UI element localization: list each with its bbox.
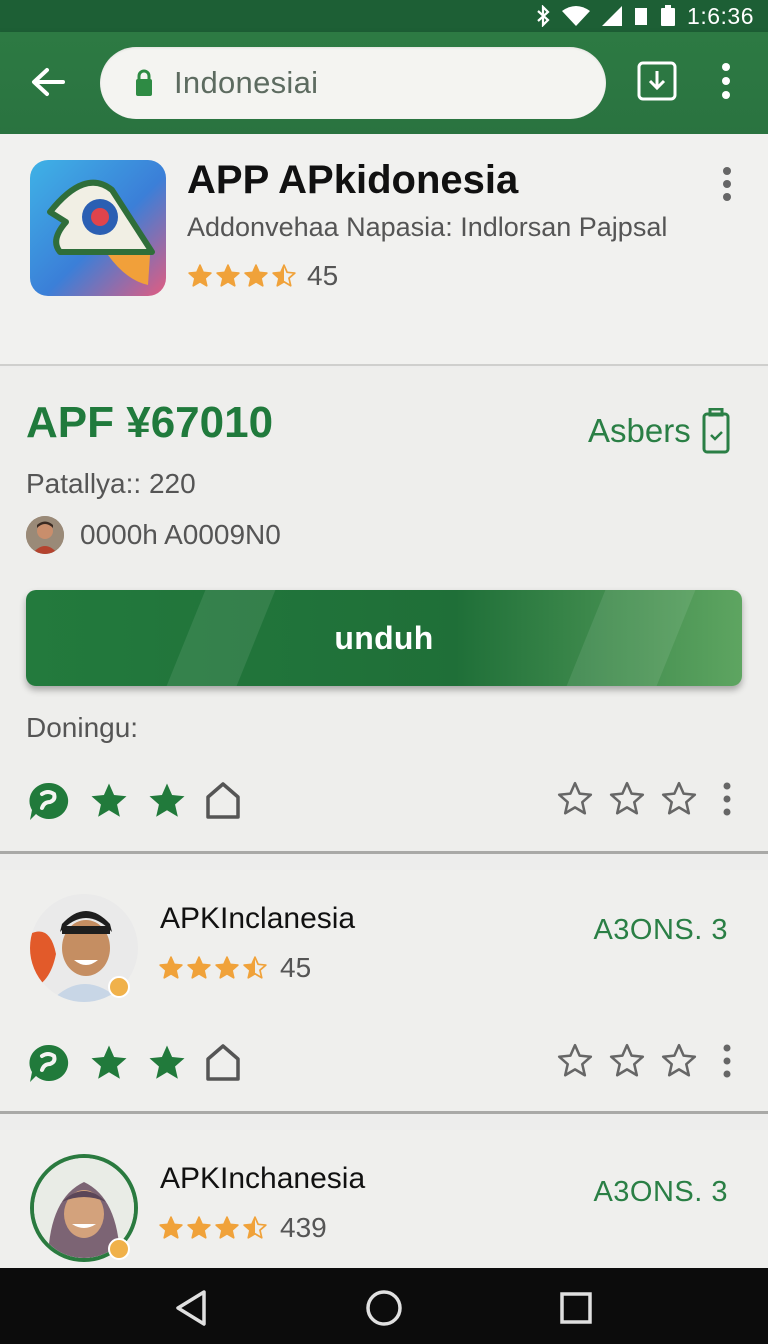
section-label: Doningu:	[26, 712, 139, 743]
notification-icon	[635, 8, 648, 25]
arrow-back-icon	[32, 68, 65, 96]
wifi-icon	[562, 6, 591, 26]
star-filled-icon	[188, 264, 212, 287]
star-filled-icon[interactable]	[146, 1042, 188, 1084]
side-link[interactable]: Asbers	[588, 408, 731, 454]
rating-stars	[158, 955, 268, 981]
item-version: A3ONS. 3	[593, 914, 728, 946]
rating-stars	[187, 263, 297, 289]
rating-count: 439	[280, 1212, 327, 1243]
overflow-menu-icon[interactable]	[712, 1042, 742, 1080]
avatar	[26, 516, 64, 554]
bluetooth-icon	[537, 5, 550, 27]
star-filled-icon	[187, 1216, 211, 1239]
side-link-label: Asbers	[588, 412, 691, 449]
item-rating: 439	[158, 1212, 327, 1244]
star-outline-icon[interactable]	[660, 1042, 698, 1080]
download-button[interactable]: unduh	[26, 590, 742, 686]
overflow-menu-icon[interactable]	[714, 164, 740, 204]
address-bar[interactable]: Indonesiai	[100, 47, 606, 119]
overflow-menu-icon[interactable]	[712, 780, 742, 818]
star-outline-icon[interactable]	[556, 780, 594, 818]
chat-icon[interactable]	[26, 780, 72, 822]
status-bar: 1:6:36	[0, 0, 768, 32]
signal-icon	[602, 6, 623, 26]
star-filled-icon[interactable]	[88, 1042, 130, 1084]
author-row: 0000h A0009N0	[26, 516, 281, 554]
rating-stars	[158, 1215, 268, 1241]
app-header-card: APP APkidonesia Addonvehaa Napasia: Indl…	[0, 134, 768, 366]
star-filled-icon[interactable]	[146, 780, 188, 822]
item-version: A3ONS. 3	[593, 1176, 728, 1208]
rating-count: 45	[307, 260, 339, 291]
download-page-icon[interactable]	[636, 60, 678, 102]
battery-icon	[661, 5, 676, 26]
star-outline-icon[interactable]	[608, 1042, 646, 1080]
home-icon[interactable]	[204, 1043, 242, 1083]
download-button-label: unduh	[334, 619, 434, 656]
star-half-icon	[243, 1216, 267, 1239]
app-details-card: APF ¥67010 Asbers Patallya:: 220 0000h A…	[0, 368, 768, 854]
list-item[interactable]: APKInchanesia 439 A3ONS. 3	[0, 1130, 768, 1268]
action-row	[26, 780, 742, 826]
star-filled-icon	[215, 1216, 239, 1239]
list-item[interactable]: APKInclanesia 45 A3ONS. 3	[0, 870, 768, 1114]
button-stripe	[566, 590, 696, 686]
overflow-menu-icon[interactable]	[712, 60, 740, 102]
system-navigation-bar	[0, 1268, 768, 1344]
lock-icon	[136, 69, 152, 96]
item-rating: 45	[158, 952, 311, 984]
app-icon[interactable]	[30, 160, 166, 296]
star-filled-icon	[159, 1216, 183, 1239]
clock: 1:6:36	[687, 2, 754, 29]
app-title: APP APkidonesia	[187, 158, 519, 202]
star-filled-icon	[244, 264, 268, 287]
item-title: APKInchanesia	[160, 1162, 366, 1195]
action-row	[26, 1042, 742, 1088]
author-text: 0000h A0009N0	[80, 519, 281, 550]
star-half-icon	[243, 956, 267, 979]
url-text: Indonesiai	[174, 65, 319, 100]
home-icon[interactable]	[204, 781, 242, 821]
verified-badge-icon	[108, 1238, 130, 1260]
star-outline-icon[interactable]	[556, 1042, 594, 1080]
back-nav-icon[interactable]	[172, 1288, 212, 1328]
browser-toolbar: Indonesiai	[0, 32, 768, 134]
item-title: APKInclanesia	[160, 902, 356, 935]
star-filled-icon	[187, 956, 211, 979]
star-filled-icon[interactable]	[88, 780, 130, 822]
star-half-icon	[272, 264, 296, 287]
back-button[interactable]	[24, 60, 72, 104]
star-outline-icon[interactable]	[660, 780, 698, 818]
app-subtitle: Addonvehaa Napasia: Indlorsan Pajpsal	[187, 212, 668, 242]
home-nav-icon[interactable]	[364, 1288, 404, 1328]
star-filled-icon	[215, 956, 239, 979]
star-filled-icon	[159, 956, 183, 979]
recents-nav-icon[interactable]	[556, 1288, 596, 1328]
meta-line: Patallya:: 220	[26, 468, 196, 499]
device-icon	[702, 408, 730, 454]
rating-count: 45	[280, 952, 312, 983]
star-outline-icon[interactable]	[608, 780, 646, 818]
price-label: APF ¥67010	[26, 398, 274, 447]
verified-badge-icon	[108, 976, 130, 998]
star-filled-icon	[216, 264, 240, 287]
button-stripe	[166, 590, 276, 686]
app-rating: 45	[187, 260, 338, 292]
chat-icon[interactable]	[26, 1042, 72, 1084]
